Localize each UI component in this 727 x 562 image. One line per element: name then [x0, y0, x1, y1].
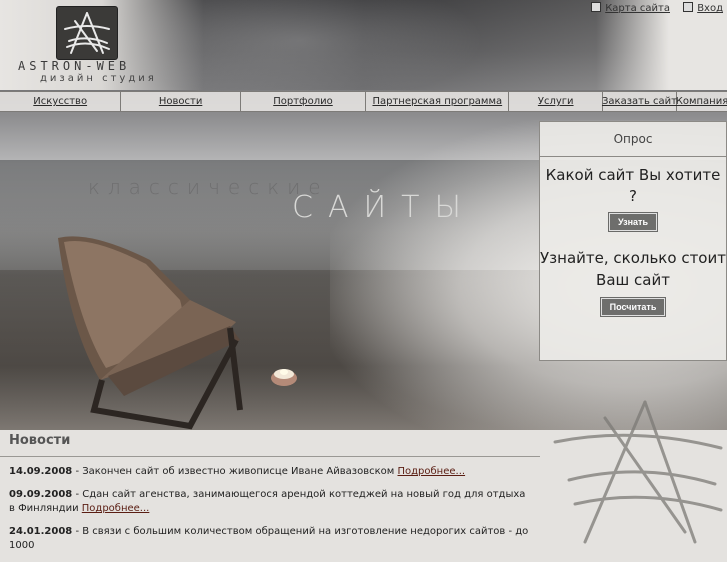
news-more-link[interactable]: Подробнее... — [398, 466, 466, 477]
login-link[interactable]: Вход — [697, 3, 723, 14]
news-item: 14.09.2008 - Закончен сайт об известно ж… — [9, 465, 534, 479]
calculate-button[interactable]: Посчитать — [599, 297, 667, 317]
nav-item-company[interactable]: Компания — [676, 92, 727, 111]
news-date: 09.09.2008 — [9, 489, 73, 500]
news-date: 14.09.2008 — [9, 466, 73, 477]
news-list: 14.09.2008 - Закончен сайт об известно ж… — [9, 465, 534, 562]
news-title: Новости — [9, 433, 71, 448]
news-more-link[interactable]: Подробнее... — [82, 503, 150, 514]
news-text: - В связи с большим количеством обращени… — [9, 526, 529, 551]
nav-item-portfolio[interactable]: Портфолио — [241, 92, 367, 111]
poll-title: Опрос — [540, 122, 726, 157]
logo[interactable] — [56, 6, 118, 60]
nav-item-order[interactable]: Заказать сайт — [602, 92, 677, 111]
poll-find-out-button[interactable]: Узнать — [607, 212, 659, 232]
hero-title-sites: САЙТЫ — [292, 190, 476, 225]
nav-item-partners[interactable]: Партнерская программа — [366, 92, 510, 111]
nav-item-news[interactable]: Новости — [121, 92, 241, 111]
news-date: 24.01.2008 — [9, 526, 73, 537]
poll-question: Какой сайт Вы хотите ? — [545, 166, 721, 205]
brand-tagline: дизайн студия — [40, 73, 157, 84]
chair-image — [58, 236, 243, 430]
moon-icon — [446, 42, 456, 74]
price-cta: Узнайте, сколько стоит Ваш сайт — [540, 249, 726, 289]
main-nav: Искусство Новости Портфолио Партнерская … — [0, 91, 727, 112]
nav-item-services[interactable]: Услуги — [509, 92, 603, 111]
poll-panel: Опрос Какой сайт Вы хотите ? Узнать Узна… — [539, 121, 727, 361]
news-item: 09.09.2008 - Сдан сайт агенства, занимаю… — [9, 488, 534, 516]
sitemap-link[interactable]: Карта сайта — [605, 3, 670, 14]
news-item: 24.01.2008 - В связи с большим количеств… — [9, 525, 534, 553]
astron-logo-icon — [64, 12, 110, 54]
sitemap-icon — [591, 2, 602, 12]
candle-image — [271, 369, 297, 386]
login-icon — [683, 2, 694, 12]
news-text: - Закончен сайт об известно живописце Ив… — [72, 466, 398, 477]
top-links: Карта сайта Вход — [581, 2, 723, 14]
news-header: Новости — [0, 428, 540, 457]
nav-item-art[interactable]: Искусство — [0, 92, 122, 111]
astron-symbol-icon — [553, 400, 723, 544]
brand-name: ASTRON-WEB — [18, 59, 131, 73]
